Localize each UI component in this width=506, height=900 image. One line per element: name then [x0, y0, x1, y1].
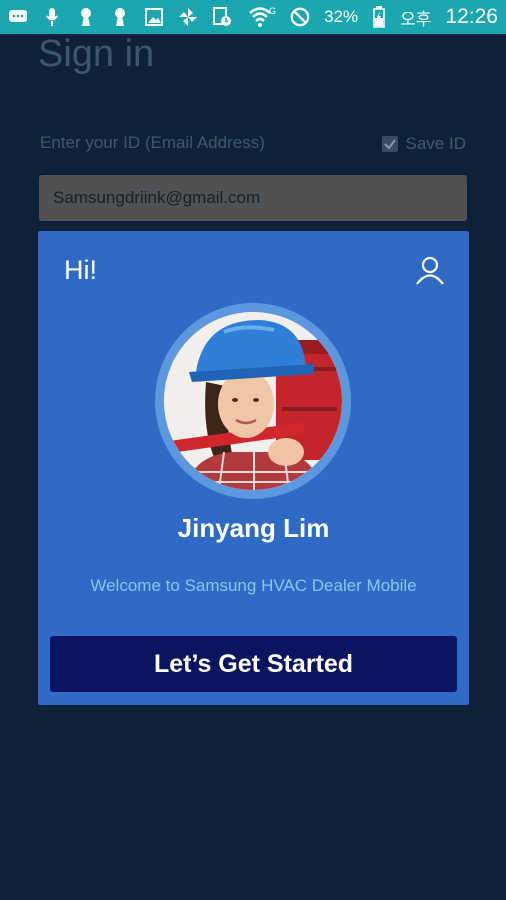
- welcome-message: Welcome to Samsung HVAC Dealer Mobile: [90, 576, 417, 595]
- save-id-toggle[interactable]: Save ID: [381, 134, 466, 154]
- keyhole-icon: [76, 7, 96, 27]
- email-field[interactable]: Samsungdriink@gmail.com: [39, 175, 467, 221]
- avatar-ring: [155, 303, 351, 499]
- user-profile-icon[interactable]: [415, 255, 445, 285]
- message-icon: [8, 7, 28, 27]
- clock-doc-icon: [212, 7, 232, 27]
- checkmark-icon: [383, 139, 396, 150]
- avatar: [164, 312, 342, 490]
- clock-time: 12:26: [445, 5, 498, 28]
- ampm-label: 오후: [400, 9, 432, 29]
- pinwheel-icon: [178, 7, 198, 27]
- welcome-dialog: Hi! Jinyang Lim Welcome to Samsung HVAC …: [38, 231, 469, 705]
- image-icon: [144, 7, 164, 27]
- wifi-icon: G: [248, 6, 276, 27]
- system-icons: G 32% 오후 12:26: [248, 5, 498, 30]
- save-id-checkbox[interactable]: [381, 136, 398, 152]
- battery-icon: [372, 6, 386, 28]
- save-id-label: Save ID: [405, 134, 466, 153]
- signin-title: Sign in: [38, 33, 155, 75]
- mic-icon: [42, 7, 62, 27]
- status-bar: G 32% 오후 12:26: [0, 0, 506, 34]
- user-name: Jinyang Lim: [177, 513, 330, 543]
- signal-label: G: [269, 6, 276, 16]
- id-field-label: Enter your ID (Email Address): [40, 133, 265, 152]
- avatar-photo: [164, 312, 342, 490]
- greeting-text: Hi!: [64, 255, 97, 285]
- no-disturb-icon: [290, 7, 310, 27]
- keyhole-icon: [110, 7, 130, 27]
- get-started-button[interactable]: Let’s Get Started: [50, 636, 457, 692]
- notification-icons: [8, 7, 232, 27]
- battery-percent: 32%: [324, 7, 359, 26]
